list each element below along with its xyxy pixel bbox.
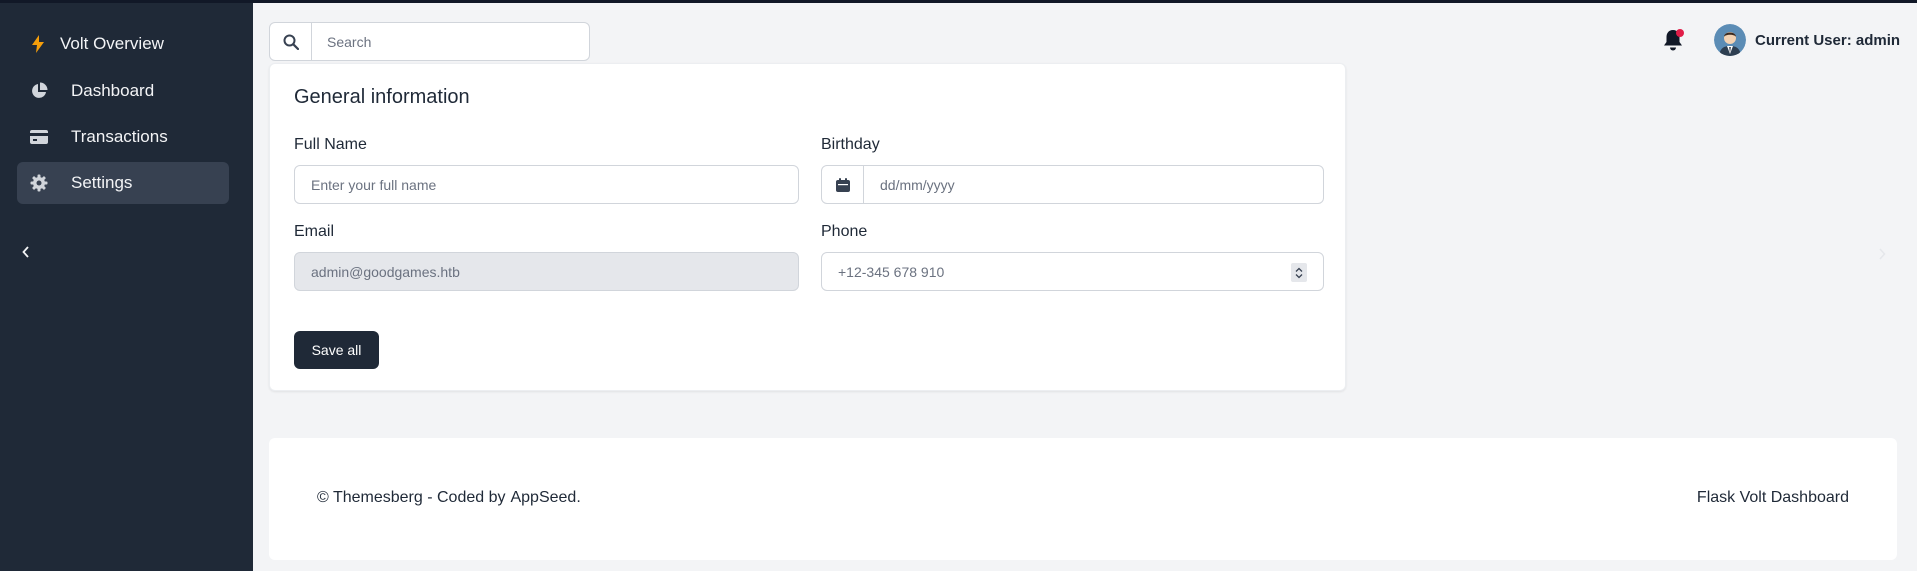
pie-chart-icon bbox=[29, 81, 49, 101]
calendar-icon[interactable] bbox=[822, 166, 864, 203]
card-title: General information bbox=[294, 86, 470, 108]
footer-product-name: Flask Volt Dashboard bbox=[1696, 489, 1849, 506]
birthday-label: Birthday bbox=[821, 136, 880, 153]
birthday-input[interactable] bbox=[864, 166, 1323, 203]
credit-card-icon bbox=[29, 127, 49, 147]
number-stepper[interactable] bbox=[1291, 263, 1307, 282]
full-name-field-wrapper bbox=[294, 165, 799, 204]
birthday-field-wrapper bbox=[821, 165, 1324, 204]
sidebar-brand[interactable]: Volt Overview bbox=[30, 30, 164, 58]
sidebar: Volt Overview Dashboard Transactions Set… bbox=[0, 0, 253, 571]
save-all-button[interactable]: Save all bbox=[294, 331, 379, 369]
sidebar-collapse-button[interactable] bbox=[18, 242, 34, 266]
email-label: Email bbox=[294, 223, 335, 240]
user-menu[interactable]: Current User: admin bbox=[1714, 23, 1900, 57]
window-top-border bbox=[0, 0, 1917, 3]
chevron-right-icon[interactable] bbox=[1876, 244, 1888, 264]
footer-copyright: © Themesberg - Coded by AppSeed. bbox=[317, 489, 581, 507]
gear-icon bbox=[29, 173, 49, 193]
appseed-link[interactable]: AppSeed. bbox=[510, 489, 580, 507]
search-input[interactable] bbox=[312, 23, 589, 60]
full-name-input[interactable] bbox=[295, 166, 798, 203]
search-icon[interactable] bbox=[270, 23, 312, 60]
sidebar-item-label: Dashboard bbox=[71, 81, 155, 100]
search-bar bbox=[269, 22, 590, 61]
footer: © Themesberg - Coded by AppSeed. Flask V… bbox=[269, 438, 1897, 560]
phone-input[interactable] bbox=[822, 253, 1323, 290]
sidebar-item-dashboard[interactable]: Dashboard bbox=[17, 70, 229, 112]
sidebar-item-settings[interactable]: Settings bbox=[17, 162, 229, 204]
sidebar-brand-label: Volt Overview bbox=[60, 34, 164, 53]
current-user-label: Current User: admin bbox=[1755, 31, 1901, 49]
notification-dot bbox=[1676, 29, 1684, 37]
sidebar-item-label: Transactions bbox=[71, 127, 168, 146]
general-information-card: General information Full Name Birthday E… bbox=[269, 63, 1346, 391]
lightning-bolt-icon bbox=[30, 34, 46, 54]
sidebar-item-transactions[interactable]: Transactions bbox=[17, 116, 229, 158]
email-field-wrapper bbox=[294, 252, 799, 291]
sidebar-item-label: Settings bbox=[71, 173, 133, 192]
bell-icon bbox=[1662, 30, 1684, 56]
chevron-left-icon bbox=[22, 245, 30, 263]
notifications-button[interactable] bbox=[1662, 28, 1686, 54]
phone-label: Phone bbox=[821, 223, 868, 240]
full-name-label: Full Name bbox=[294, 136, 367, 153]
avatar bbox=[1714, 24, 1746, 56]
copyright-text: © Themesberg - Coded by bbox=[317, 489, 506, 506]
email-field bbox=[295, 253, 798, 290]
phone-field-wrapper bbox=[821, 252, 1324, 291]
